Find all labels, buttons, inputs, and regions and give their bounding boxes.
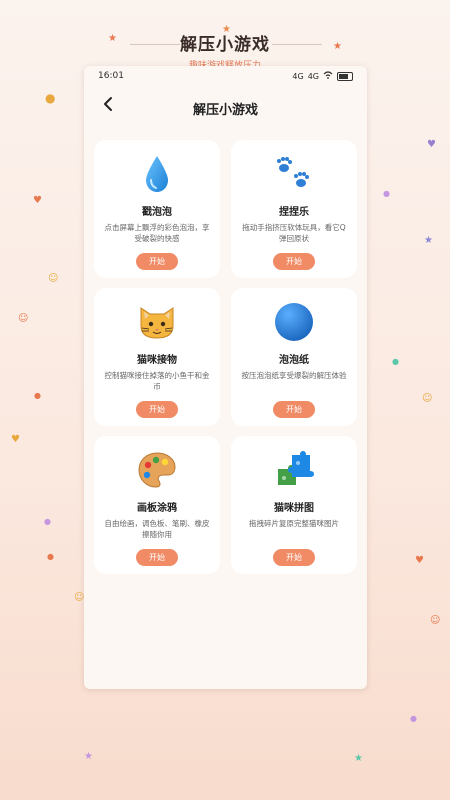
decor-dot-icon: ● [392, 357, 399, 366]
game-card-cat-catch[interactable]: 猫咪接物 控制猫咪接住掉落的小鱼干和金币 开始 [94, 288, 220, 426]
decor-dot-icon: ● [410, 714, 417, 723]
start-button[interactable]: 开始 [273, 401, 315, 418]
status-time: 16:01 [98, 71, 124, 81]
paw-prints-icon [274, 154, 314, 194]
chevron-left-icon[interactable] [98, 96, 118, 117]
puzzle-icon [274, 450, 314, 490]
start-button[interactable]: 开始 [273, 253, 315, 270]
status-bar: 16:01 4G 4G [84, 66, 367, 86]
game-title: 捏捏乐 [279, 207, 309, 218]
game-description: 控制猫咪接住掉落的小鱼干和金币 [104, 371, 210, 391]
decor-dot-icon: ● [45, 91, 56, 105]
banner-star-icon: ★ [222, 24, 231, 35]
game-description: 点击屏幕上飘浮的彩色泡泡，享受破裂的快感 [104, 223, 210, 243]
decor-star-icon: ★ [424, 235, 433, 246]
start-button[interactable]: 开始 [273, 549, 315, 566]
game-title: 泡泡纸 [279, 355, 309, 366]
decor-heart-icon: ♥ [427, 139, 436, 150]
signal-label: 4G [292, 71, 304, 81]
decor-heart-icon: ♥ [11, 434, 20, 445]
game-title: 戳泡泡 [142, 207, 172, 218]
decor-smiley-icon: ☺ [74, 592, 85, 603]
game-grid: 戳泡泡 点击屏幕上飘浮的彩色泡泡，享受破裂的快感 开始 捏捏乐 拖动手指挤压软体… [94, 140, 357, 574]
navbar: 解压小游戏 [84, 86, 367, 130]
phone-screen: 16:01 4G 4G 解压小游戏 戳泡泡 点击屏幕上飘浮的彩色泡泡，享受破裂的… [84, 66, 367, 689]
signal-label: 4G [307, 71, 319, 81]
decor-star-icon: ★ [354, 753, 363, 764]
water-drop-icon [144, 154, 170, 194]
banner-divider [272, 44, 322, 45]
decor-dot-icon: ● [44, 517, 51, 526]
start-button[interactable]: 开始 [136, 549, 178, 566]
blue-circle-icon [274, 302, 314, 342]
game-card-squeeze[interactable]: 捏捏乐 拖动手指挤压软体玩具，看它Q弹回原状 开始 [231, 140, 357, 278]
game-card-bubble-wrap[interactable]: 泡泡纸 按压泡泡纸享受爆裂的解压体验 开始 [231, 288, 357, 426]
decor-smiley-icon: ☺ [48, 273, 59, 284]
decor-dot-icon: ● [383, 189, 390, 198]
decor-star-icon: ★ [84, 751, 93, 762]
battery-icon [337, 71, 353, 81]
decor-heart-icon: ♥ [415, 555, 424, 566]
game-description: 自由绘画，调色板、笔刷、橡皮擦随你用 [104, 519, 210, 539]
banner-divider [130, 44, 180, 45]
app-banner: ★ 解压小游戏 趣味游戏释放压力 [0, 24, 450, 71]
start-button[interactable]: 开始 [136, 253, 178, 270]
decor-dot-icon: ● [34, 391, 41, 400]
decor-smiley-icon: ☺ [422, 393, 433, 404]
palette-icon [137, 450, 177, 490]
page-title: 解压小游戏 [192, 102, 258, 118]
game-description: 拖拽碎片复原完整猫咪图片 [249, 519, 339, 528]
game-title: 猫咪接物 [137, 355, 177, 366]
game-title: 猫咪拼图 [274, 503, 314, 514]
cat-face-icon [138, 302, 176, 342]
game-title: 画板涂鸦 [137, 503, 177, 514]
decor-dot-icon: ● [47, 552, 54, 561]
game-description: 拖动手指挤压软体玩具，看它Q弹回原状 [242, 223, 346, 243]
decor-smiley-icon: ☺ [430, 615, 441, 626]
game-card-poke-bubble[interactable]: 戳泡泡 点击屏幕上飘浮的彩色泡泡，享受破裂的快感 开始 [94, 140, 220, 278]
decor-smiley-icon: ☺ [18, 313, 29, 324]
game-description: 按压泡泡纸享受爆裂的解压体验 [241, 371, 347, 380]
status-icons: 4G 4G [292, 71, 353, 81]
wifi-icon [323, 71, 333, 81]
decor-heart-icon: ♥ [33, 195, 42, 206]
start-button[interactable]: 开始 [136, 401, 178, 418]
game-card-doodle[interactable]: 画板涂鸦 自由绘画，调色板、笔刷、橡皮擦随你用 开始 [94, 436, 220, 574]
game-card-cat-puzzle[interactable]: 猫咪拼图 拖拽碎片复原完整猫咪图片 开始 [231, 436, 357, 574]
